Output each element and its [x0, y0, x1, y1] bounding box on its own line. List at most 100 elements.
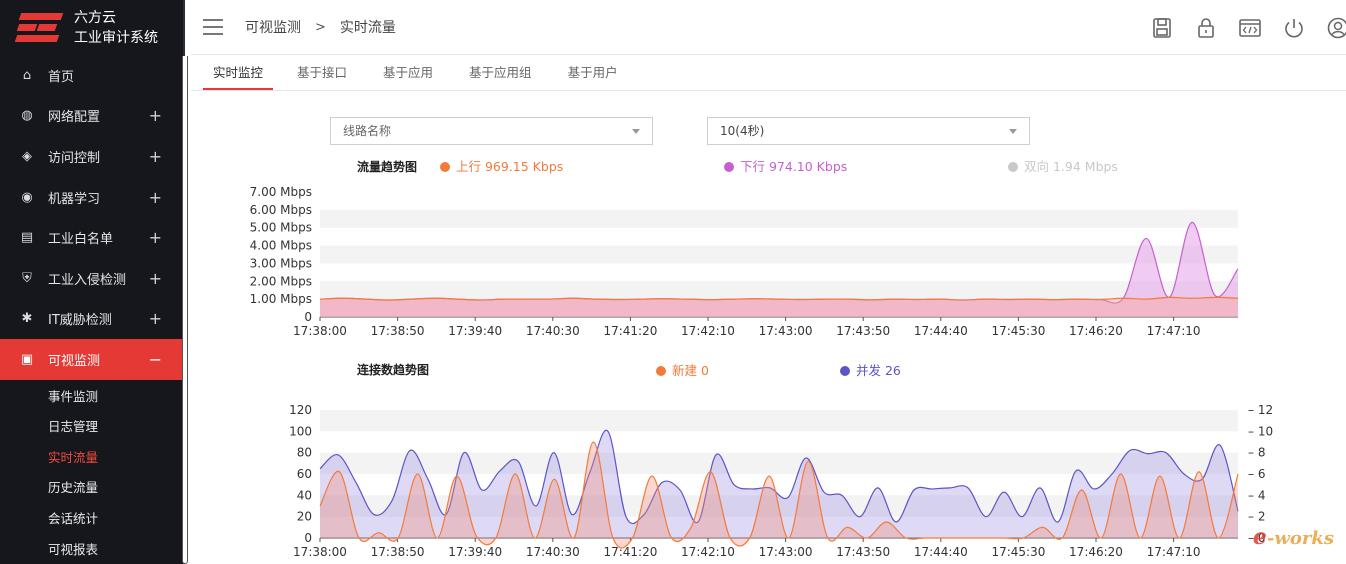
x-tick-label: 17:38:50	[371, 324, 425, 338]
watermark-logo: e-works	[1252, 524, 1334, 550]
x-tick-label: 17:45:30	[991, 545, 1045, 559]
sidebar-item-label: 工业入侵检测	[48, 272, 127, 288]
y-right-tick-label: – 8	[1248, 446, 1265, 460]
expand-icon[interactable]: +	[149, 188, 162, 207]
chart-title: 连接数趋势图	[357, 362, 429, 377]
sidebar-item-label: 工业白名单	[48, 232, 114, 248]
x-tick-label: 17:43:50	[836, 324, 890, 338]
home-icon: ⌂	[22, 67, 32, 83]
sidebar-subitem-2[interactable]: 实时流量	[0, 441, 184, 472]
sidebar-subitem-1[interactable]: 日志管理	[0, 410, 184, 441]
x-tick-label: 17:41:20	[603, 324, 657, 338]
brand-product: 工业审计系统	[74, 29, 158, 46]
brand-logo[interactable]: 六方云 工业审计系统	[0, 0, 184, 55]
sidebar-item-label: 网络配置	[48, 110, 101, 126]
x-tick-label: 17:39:40	[448, 324, 502, 338]
y-left-tick-label: 20	[297, 510, 312, 524]
x-tick-label: 17:44:40	[914, 324, 968, 338]
x-tick-label: 17:40:30	[526, 545, 580, 559]
sidebar-subitem-4[interactable]: 会话统计	[0, 502, 184, 533]
x-tick-label: 17:46:20	[1069, 545, 1123, 559]
x-tick-label: 17:43:00	[759, 324, 813, 338]
brain-icon: ◉	[21, 189, 33, 205]
chart-title: 流量趋势图	[357, 159, 417, 174]
grid-band	[320, 281, 1238, 300]
expand-icon[interactable]: +	[149, 269, 162, 288]
y-left-tick-label: 40	[297, 488, 312, 502]
y-left-tick-label: 0	[304, 531, 312, 545]
expand-icon[interactable]: +	[149, 309, 162, 328]
y-right-tick-label: – 2	[1248, 510, 1265, 524]
legend-dot	[656, 366, 666, 376]
x-tick-label: 17:46:20	[1069, 324, 1123, 338]
globe-icon: ◍	[21, 108, 33, 124]
expand-icon[interactable]: +	[149, 106, 162, 125]
y-right-tick-label: – 6	[1248, 467, 1265, 481]
y-tick-label: 7.00 Mbps	[250, 185, 312, 199]
x-tick-label: 17:47:10	[1147, 324, 1201, 338]
y-tick-label: 2.00 Mbps	[250, 274, 312, 288]
brand-name: 六方云	[74, 9, 116, 26]
expand-icon[interactable]: +	[149, 147, 162, 166]
x-tick-label: 17:47:10	[1147, 545, 1201, 559]
x-tick-label: 17:41:20	[603, 545, 657, 559]
x-tick-label: 17:43:00	[759, 545, 813, 559]
sidebar-item-label: 首页	[48, 69, 75, 85]
sidebar-item-label: IT威胁检测	[48, 313, 112, 329]
legend-dot	[724, 162, 734, 172]
legend-label: 下行 974.10 Kbps	[740, 159, 847, 174]
x-tick-label: 17:42:10	[681, 545, 735, 559]
logo-mark-icon	[14, 11, 66, 45]
sidebar-scrollbar[interactable]	[182, 56, 188, 564]
shield-icon: ⛨	[22, 270, 32, 286]
sidebar-item-5[interactable]: ⛨ 工业入侵检测 +	[0, 258, 184, 299]
y-left-tick-label: 80	[297, 446, 312, 460]
y-tick-label: 3.00 Mbps	[250, 256, 312, 270]
y-right-tick-label: – 10	[1248, 424, 1273, 438]
legend-label: 新建 0	[672, 363, 709, 378]
expand-icon[interactable]: +	[149, 228, 162, 247]
y-tick-label: 4.00 Mbps	[250, 239, 312, 253]
x-tick-label: 17:40:30	[526, 324, 580, 338]
watermark-text: works	[1274, 528, 1334, 549]
sidebar-item-label: 访问控制	[48, 150, 101, 166]
sidebar-nav: ⌂ 首页 ◍ 网络配置 + ◈ 访问控制 + ◉ 机器学习 + ▤ 工业白名单 + ⛨ 工业入侵检测 + ✱ IT威…	[0, 55, 184, 563]
sidebar-item-6[interactable]: ✱ IT威胁检测 +	[0, 299, 184, 340]
sidebar: 六方云 工业审计系统 ⌂ 首页 ◍ 网络配置 + ◈ 访问控制 + ◉ 机器学习 + ▤ 工业白名单 + ⛨…	[0, 0, 184, 564]
sidebar-item-1[interactable]: ◍ 网络配置 +	[0, 96, 184, 137]
sidebar-item-3[interactable]: ◉ 机器学习 +	[0, 177, 184, 218]
grid-band	[320, 209, 1238, 228]
y-tick-label: 6.00 Mbps	[250, 203, 312, 217]
sidebar-subitem-0[interactable]: 事件监测	[0, 380, 184, 411]
sidebar-item-label: 机器学习	[48, 191, 101, 207]
y-tick-label: 1.00 Mbps	[250, 292, 312, 306]
charts-canvas: 0 1.00 Mbps 2.00 Mbps 3.00 Mbps 4.00 Mbps 5.0…	[250, 159, 1273, 559]
series-area-0	[320, 297, 1238, 317]
legend-dot	[440, 162, 450, 172]
legend-dot	[1008, 162, 1018, 172]
legend-dot	[840, 366, 850, 376]
y-left-tick-label: 60	[297, 467, 312, 481]
layers-icon: ◈	[22, 148, 32, 164]
sidebar-item-0[interactable]: ⌂ 首页	[0, 55, 184, 96]
legend-label: 上行 969.15 Kbps	[456, 159, 563, 174]
x-tick-label: 17:44:40	[914, 545, 968, 559]
x-tick-label: 17:38:00	[293, 324, 347, 338]
x-tick-label: 17:42:10	[681, 324, 735, 338]
legend-label: 并发 26	[856, 363, 901, 378]
legend-label: 双向 1.94 Mbps	[1024, 159, 1118, 174]
y-tick-label: 0	[304, 310, 312, 324]
sidebar-subitem-5[interactable]: 可视报表	[0, 533, 184, 564]
monitor-icon: ▣	[20, 351, 34, 367]
x-tick-label: 17:38:50	[371, 545, 425, 559]
sidebar-subitem-3[interactable]: 历史流量	[0, 472, 184, 503]
collapse-icon[interactable]: −	[149, 350, 162, 369]
x-tick-label: 17:39:40	[448, 545, 502, 559]
sidebar-item-2[interactable]: ◈ 访问控制 +	[0, 136, 184, 177]
y-right-tick-label: – 12	[1248, 403, 1273, 417]
x-tick-label: 17:45:30	[991, 324, 1045, 338]
sidebar-item-7[interactable]: ▣ 可视监测 −	[0, 339, 184, 380]
sidebar-item-label: 可视监测	[48, 353, 101, 369]
sidebar-item-4[interactable]: ▤ 工业白名单 +	[0, 217, 184, 258]
list-icon: ▤	[20, 230, 34, 246]
